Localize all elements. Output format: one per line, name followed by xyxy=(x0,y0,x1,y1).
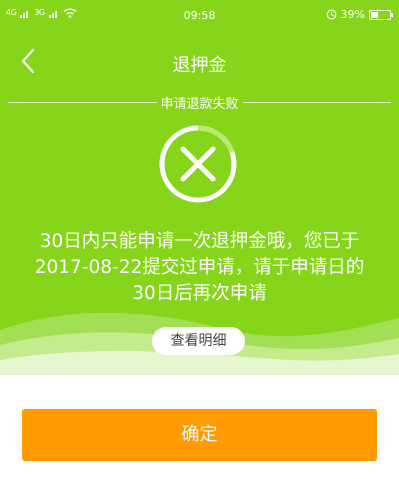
divider-left xyxy=(8,101,157,103)
message-line: 2017-08-22提交过申请，请于申请日的 xyxy=(34,257,365,278)
page-title: 退押金 xyxy=(172,55,227,76)
result-message: 30日内只能申请一次退押金哦，您已于 2017-08-22提交过申请，请于申请日… xyxy=(0,229,399,307)
divider-right xyxy=(242,101,392,103)
confirm-button[interactable]: 确定 xyxy=(22,409,377,461)
status-bar: 4G 3G 09:58 39% xyxy=(0,0,399,34)
nav-bar: 退押金 xyxy=(0,40,399,84)
result-header: 4G 3G 09:58 39% 退押金 申请退款失败 30日内只能申请一次退押金… xyxy=(0,0,399,375)
result-label-row: 申请退款失败 xyxy=(8,92,392,112)
battery-percent: 39% xyxy=(340,8,365,21)
alarm-icon xyxy=(326,9,336,20)
battery-group: 39% xyxy=(326,8,393,21)
battery-fill xyxy=(371,11,378,18)
view-details-button[interactable]: 查看明细 xyxy=(152,327,245,355)
close-circle-icon xyxy=(159,125,237,203)
result-label: 申请退款失败 xyxy=(160,96,239,112)
message-line: 30日内只能申请一次退押金哦，您已于 xyxy=(39,231,360,252)
battery-icon xyxy=(369,9,393,20)
